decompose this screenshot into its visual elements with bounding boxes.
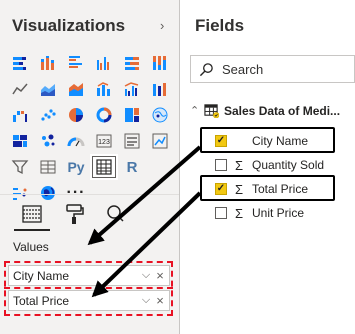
multi-row-card-icon[interactable] (118, 128, 146, 154)
treemap-icon[interactable] (118, 102, 146, 128)
field-quantity-sold[interactable]: Σ Quantity Sold (215, 156, 324, 174)
ribbon-chart-icon[interactable] (146, 76, 174, 102)
analytics-magnifier-icon (107, 205, 124, 222)
pie-chart-icon[interactable] (62, 102, 90, 128)
stacked-bar-chart-icon[interactable] (6, 50, 34, 76)
values-well-label: Values (13, 240, 49, 254)
field-label: Quantity Sold (252, 158, 325, 172)
values-highlight-divider (4, 287, 173, 289)
card-icon[interactable]: 123 (90, 128, 118, 154)
scatter-chart-icon[interactable] (34, 102, 62, 128)
field-wells-icon (22, 205, 42, 223)
slicer-icon[interactable] (6, 154, 34, 180)
clustered-bar-chart-icon[interactable] (62, 50, 90, 76)
table-icon[interactable] (34, 154, 62, 180)
checkbox-unchecked[interactable] (215, 159, 227, 171)
chevron-up-icon[interactable]: ⌃ (190, 104, 204, 117)
fields-pane: Fields Search ⌃ Sales Data of Medi... Ci… (180, 0, 355, 334)
stacked-column-chart-icon[interactable] (34, 50, 62, 76)
field-label: Unit Price (252, 206, 305, 220)
python-visual-icon[interactable]: Py (62, 154, 90, 180)
collapse-chevron-icon[interactable]: › (160, 18, 164, 33)
tab-format[interactable] (60, 200, 88, 228)
stacked-area-chart-icon[interactable] (62, 76, 90, 102)
tab-analytics[interactable] (100, 200, 128, 228)
area-chart-icon[interactable] (34, 76, 62, 102)
donut-chart-icon[interactable] (90, 102, 118, 128)
filled-map-icon[interactable] (6, 128, 34, 154)
visualizations-pane: Visualizations › 123 Py R ··· Values Cit… (0, 0, 179, 334)
empty-slot (146, 154, 174, 180)
highlight-box-total-price (200, 175, 335, 201)
sigma-icon: Σ (234, 205, 244, 221)
field-table-sales-data[interactable]: ⌃ Sales Data of Medi... (190, 103, 340, 118)
visual-gallery: 123 Py R ··· (6, 50, 176, 206)
search-icon (199, 62, 213, 76)
100-column-chart-icon[interactable] (146, 50, 174, 76)
table-icon (204, 104, 219, 118)
checkbox-unchecked[interactable] (215, 207, 227, 219)
waterfall-chart-icon[interactable] (6, 102, 34, 128)
visualizations-title: Visualizations (12, 16, 126, 35)
paint-roller-icon (66, 204, 84, 224)
active-tab-indicator (14, 229, 50, 231)
kpi-icon[interactable] (146, 128, 174, 154)
tabs-separator (0, 194, 179, 195)
tab-fields-wells[interactable] (18, 200, 46, 228)
svg-text:123: 123 (98, 139, 110, 146)
table-name: Sales Data of Medi... (224, 103, 341, 118)
gauge-icon[interactable] (62, 128, 90, 154)
line-chart-icon[interactable] (6, 76, 34, 102)
matrix-icon[interactable] (90, 154, 118, 180)
line-column-chart-icon[interactable] (90, 76, 118, 102)
highlight-box-city-name (200, 127, 335, 153)
search-input[interactable]: Search (190, 55, 355, 83)
clustered-column-chart-icon[interactable] (90, 50, 118, 76)
field-unit-price[interactable]: Σ Unit Price (215, 204, 304, 222)
fields-title: Fields (195, 16, 245, 35)
line-clustered-column-chart-icon[interactable] (118, 76, 146, 102)
100-bar-chart-icon[interactable] (118, 50, 146, 76)
shape-map-icon[interactable] (34, 128, 62, 154)
sigma-icon: Σ (234, 157, 244, 173)
map-icon[interactable] (146, 102, 174, 128)
search-placeholder: Search (222, 61, 264, 77)
r-visual-icon[interactable]: R (118, 154, 146, 180)
